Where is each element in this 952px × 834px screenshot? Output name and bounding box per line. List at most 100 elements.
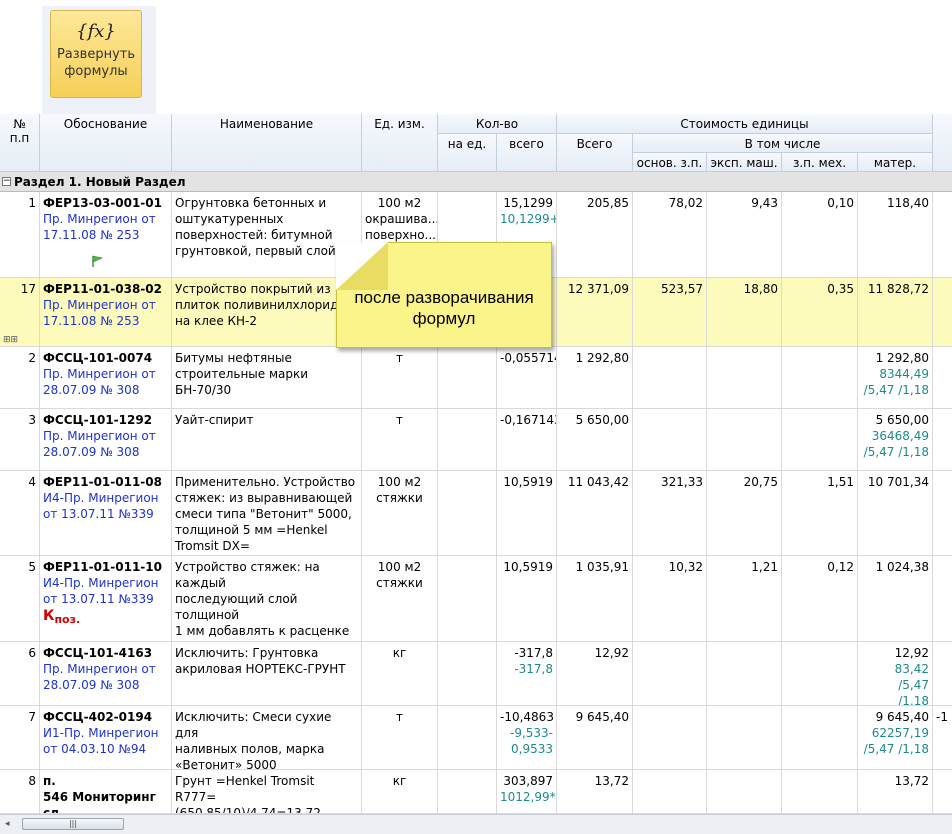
row-number-cell[interactable]: 3 (0, 409, 40, 470)
wage-cell[interactable] (633, 770, 707, 813)
mach-cell[interactable] (707, 706, 782, 769)
row-number-cell[interactable]: 4 (0, 471, 40, 555)
cost-total-cell[interactable]: 12,92 (557, 642, 633, 705)
row-number-cell[interactable]: 1 (0, 192, 40, 277)
name-cell[interactable]: Исключить: Смеси сухие для наливных полов… (172, 706, 362, 769)
col-header-num[interactable]: № п.п (0, 114, 40, 172)
name-cell[interactable]: Применительно. Устройство стяжек: из выра… (172, 471, 362, 555)
expand-formulas-button[interactable]: {fx} Развернуть формулы (50, 10, 142, 98)
name-cell[interactable]: Уайт-спирит (172, 409, 362, 470)
qty-per-cell[interactable] (438, 409, 497, 470)
basis-cell[interactable]: ФЕР13-03-001-01 Пр. Минрегион от 17.11.08 … (40, 192, 172, 277)
cost-total-cell[interactable]: 1 292,80 (557, 347, 633, 408)
mach-cell[interactable]: 1,21 (707, 556, 782, 641)
expand-subrows-icon[interactable]: ⊞⊞ (3, 335, 18, 345)
mach-cell[interactable]: 20,75 (707, 471, 782, 555)
extra-cell[interactable] (933, 770, 952, 813)
col-header-incl[interactable]: В том числе (633, 134, 933, 153)
mach-cell[interactable] (707, 409, 782, 470)
basis-cell[interactable]: ФЕР11-01-038-02 Пр. Минрегион от 17.11.08 … (40, 278, 172, 346)
basis-cell[interactable]: ФЕР11-01-011-08 И4-Пр. Минрегион от 13.07.… (40, 471, 172, 555)
mechwage-cell[interactable] (782, 706, 858, 769)
mechwage-cell[interactable]: 0,12 (782, 556, 858, 641)
mat-cell[interactable]: 10 701,34 (858, 471, 933, 555)
wage-cell[interactable] (633, 409, 707, 470)
qty-per-cell[interactable] (438, 770, 497, 813)
row-number-cell[interactable]: 2 (0, 347, 40, 408)
table-row[interactable]: 5 ФЕР11-01-011-10 И4-Пр. Минрегион от 13.07… (0, 556, 952, 642)
mach-cell[interactable] (707, 347, 782, 408)
extra-cell[interactable] (933, 642, 952, 705)
cost-total-cell[interactable]: 13,72 (557, 770, 633, 813)
qty-total-cell[interactable]: -317,8 -317,8 (497, 642, 557, 705)
name-cell[interactable]: Устройство стяжек: на каждый последующий … (172, 556, 362, 641)
unit-cell[interactable]: т (362, 347, 438, 408)
mat-cell[interactable]: 1 292,80 8344,49/5,47 /1,18 (858, 347, 933, 408)
mat-cell[interactable]: 5 650,00 36468,49/5,47 /1,18 (858, 409, 933, 470)
col-header-mechwage[interactable]: з.п. мех. (782, 153, 858, 172)
qty-per-cell[interactable] (438, 642, 497, 705)
table-row[interactable]: 4 ФЕР11-01-011-08 И4-Пр. Минрегион от 13.07… (0, 471, 952, 556)
scroll-thumb[interactable]: ||| (22, 818, 124, 830)
basis-cell[interactable]: ФССЦ-101-4163 Пр. Минрегион от 28.07.09 № … (40, 642, 172, 705)
unit-cell[interactable]: 100 м2 стяжки (362, 471, 438, 555)
table-row[interactable]: 8 п. 546 Мониторинг сл Грунт =Henkel Tromsi… (0, 770, 952, 814)
qty-total-cell[interactable]: 10,5919 (497, 556, 557, 641)
table-row[interactable]: 7 ФССЦ-402-0194 И1-Пр. Минрегион от 04.03.1… (0, 706, 952, 770)
mechwage-cell[interactable] (782, 642, 858, 705)
horizontal-scrollbar[interactable]: ◂ ||| (0, 814, 952, 834)
mach-cell[interactable] (707, 642, 782, 705)
qty-total-cell[interactable]: -0,167143 (497, 409, 557, 470)
col-header-qty-per[interactable]: на ед. (438, 134, 497, 172)
col-header-mat[interactable]: матер. (858, 153, 933, 172)
row-number-cell[interactable]: 6 (0, 642, 40, 705)
cost-total-cell[interactable]: 1 035,91 (557, 556, 633, 641)
cost-total-cell[interactable]: 9 645,40 (557, 706, 633, 769)
mat-cell[interactable]: 9 645,40 62257,19/5,47 /1,18 (858, 706, 933, 769)
unit-cell[interactable]: кг (362, 770, 438, 813)
extra-cell[interactable]: -1 (933, 706, 952, 769)
col-header-qty-total[interactable]: всего (497, 134, 557, 172)
wage-cell[interactable]: 78,02 (633, 192, 707, 277)
name-cell[interactable]: Битумы нефтяные строительные марки БН-70/… (172, 347, 362, 408)
qty-total-cell[interactable]: -10,4863 -9,533-0,9533 (497, 706, 557, 769)
qty-per-cell[interactable] (438, 471, 497, 555)
qty-total-cell[interactable]: 10,5919 (497, 471, 557, 555)
qty-total-cell[interactable]: 303,897 1012,99*0,3 (497, 770, 557, 813)
mat-cell[interactable]: 118,40 (858, 192, 933, 277)
mat-cell[interactable]: 1 024,38 (858, 556, 933, 641)
basis-cell[interactable]: ФССЦ-101-1292 Пр. Минрегион от 28.07.09 № … (40, 409, 172, 470)
mechwage-cell[interactable] (782, 770, 858, 813)
extra-cell[interactable] (933, 471, 952, 555)
table-row[interactable]: 3 ФССЦ-101-1292 Пр. Минрегион от 28.07.09 №… (0, 409, 952, 471)
name-cell[interactable]: Исключить: Грунтовка акриловая НОРТЕКС-ГР… (172, 642, 362, 705)
col-header-qty[interactable]: Кол-во (438, 114, 557, 134)
wage-cell[interactable]: 10,32 (633, 556, 707, 641)
basis-cell[interactable]: ФССЦ-101-0074 Пр. Минрегион от 28.07.09 № … (40, 347, 172, 408)
unit-cell[interactable]: 100 м2 стяжки (362, 556, 438, 641)
mat-cell[interactable]: 12,92 83,42 /5,47/1,18 (858, 642, 933, 705)
mechwage-cell[interactable]: 0,35 (782, 278, 858, 346)
row-number-cell[interactable]: 8 (0, 770, 40, 813)
qty-total-cell[interactable]: -0,055714 (497, 347, 557, 408)
col-header-unit-cost[interactable]: Стоимость единицы (557, 114, 933, 134)
extra-cell[interactable] (933, 347, 952, 408)
col-header-wage[interactable]: основ. з.п. (633, 153, 707, 172)
row-number-cell[interactable]: 5 (0, 556, 40, 641)
cost-total-cell[interactable]: 205,85 (557, 192, 633, 277)
qty-per-cell[interactable] (438, 706, 497, 769)
basis-cell[interactable]: ФССЦ-402-0194 И1-Пр. Минрегион от 04.03.10… (40, 706, 172, 769)
col-header-name[interactable]: Наименование (172, 114, 362, 172)
extra-cell[interactable] (933, 278, 952, 346)
cost-total-cell[interactable]: 5 650,00 (557, 409, 633, 470)
mat-cell[interactable]: 11 828,72 (858, 278, 933, 346)
wage-cell[interactable]: 523,57 (633, 278, 707, 346)
mat-cell[interactable]: 13,72 (858, 770, 933, 813)
col-header-unit[interactable]: Ед. изм. (362, 114, 438, 172)
mach-cell[interactable]: 18,80 (707, 278, 782, 346)
row-number-cell[interactable]: 7 (0, 706, 40, 769)
unit-cell[interactable]: т (362, 409, 438, 470)
mechwage-cell[interactable] (782, 347, 858, 408)
collapse-toggle[interactable]: − (2, 177, 11, 186)
section-row[interactable]: − Раздел 1. Новый Раздел (0, 172, 952, 192)
